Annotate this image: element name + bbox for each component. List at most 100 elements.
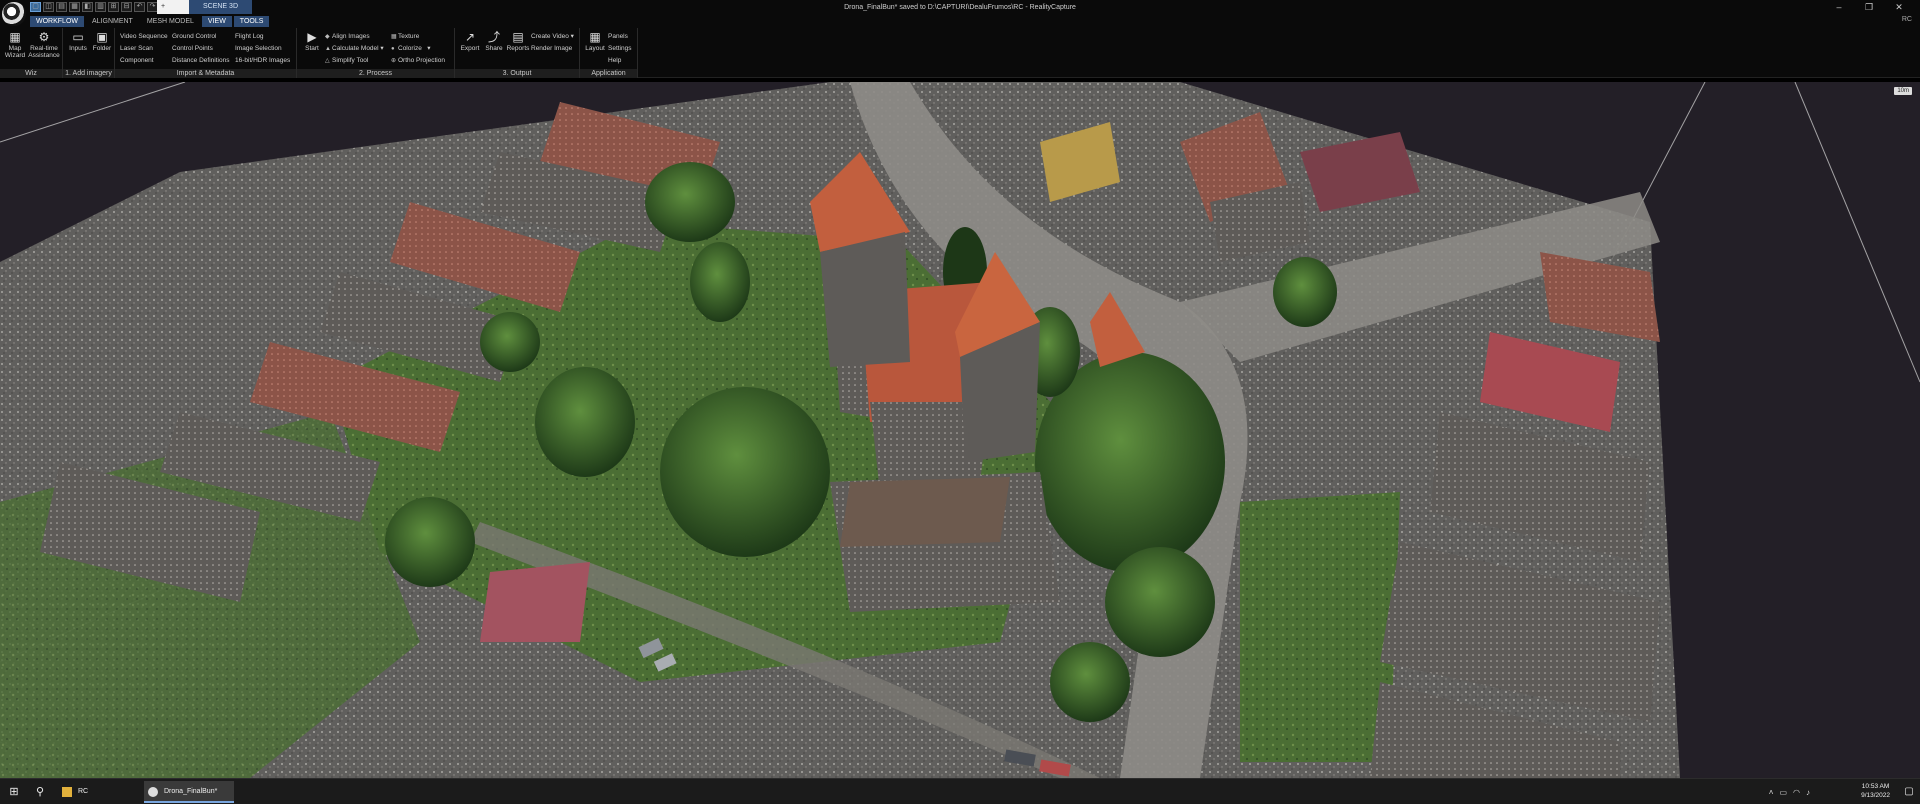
ortho-icon: ⊕ [391,58,397,64]
layout-button[interactable]: ▦ Layout [582,30,608,52]
video-sequence-button[interactable]: Video Sequence [120,33,168,41]
folder-button[interactable]: ▣ Folder [89,30,115,52]
viewport-3d[interactable]: 10m [0,82,1920,778]
layout-3-icon[interactable]: ▤ [56,2,67,12]
layout-4-icon[interactable]: ▦ [69,2,80,12]
realtime-assistance-button[interactable]: ⚙ Real-time Assistance [28,30,60,59]
folder-icon: ▣ [96,30,108,44]
help-button[interactable]: Help [608,57,621,65]
layout-5-icon[interactable]: ◧ [82,2,93,12]
taskbar-app-rc[interactable]: RC [58,781,138,803]
group-process: ▶ Start ◆ Align Images ▲Calculate Model ▾… [297,28,455,78]
taskbar-app-realitycapture[interactable]: Drona_FinalBun* save... [144,781,234,803]
undo-icon[interactable]: ↶ [134,2,145,12]
ortho-projection-button[interactable]: ⊕ Ortho Projection [391,57,445,65]
minimize-button[interactable]: – [1824,0,1854,15]
ribbon-tab-bar: WORKFLOW ALIGNMENT MESH MODEL VIEW TOOLS… [0,15,1920,28]
start-button[interactable]: ▶ Start [299,30,325,52]
colorize-icon: ● [391,46,395,52]
start-label: Start [305,45,319,52]
calculate-model-button[interactable]: ▲Calculate Model ▾ [325,45,384,53]
reports-label: Reports [506,45,530,52]
assistance-icon: ⚙ [38,30,50,44]
laser-scan-button[interactable]: Laser Scan [120,45,153,53]
group-label-output: 3. Output [455,69,579,78]
point-cloud-scene[interactable] [0,82,1920,778]
volume-icon[interactable]: ♪ [1806,788,1810,797]
render-image-button[interactable]: Render Image [531,45,572,53]
settings-button[interactable]: Settings [608,45,632,53]
texture-label: Texture [398,33,420,40]
create-video-button[interactable]: Create Video ▾ [531,33,574,41]
folder-label: Folder [92,45,112,52]
wifi-icon[interactable]: ◠ [1793,788,1800,797]
notifications-icon[interactable]: ▢ [1902,785,1916,799]
tab-workflow[interactable]: WORKFLOW [30,16,84,27]
close-button[interactable]: ✕ [1884,0,1914,15]
clock[interactable]: 10:53 AM 9/13/2022 [1861,782,1890,800]
reports-icon: ▤ [512,30,524,44]
quick-access-toolbar: ▢ ◫ ▤ ▦ ◧ ▥ ⊞ ⊟ ↶ ↷ [30,2,158,12]
tab-tools[interactable]: TOOLS [233,16,270,27]
tab-view[interactable]: VIEW [201,16,232,27]
texture-button[interactable]: ▦Texture [391,33,419,41]
search-icon[interactable]: ⚲ [30,782,50,802]
hdr-images-button[interactable]: 16-bit/HDR Images [235,57,290,65]
start-icon: ▶ [307,30,317,44]
ribbon: ▦ Map Wizard ⚙ Real-time Assistance Wiz … [0,28,1920,78]
tab-alignment[interactable]: ALIGNMENT [86,16,139,27]
layout-label: Layout [585,45,605,52]
window-title: Drona_FinalBun* saved to D:\CAPTURI\Deal… [844,4,1076,11]
simplify-tool-button[interactable]: △ Simplify Tool [325,57,368,65]
group-label-process: 2. Process [297,69,454,78]
taskbar-app-rc-label: RC [78,788,89,795]
layout-2-icon[interactable]: ◫ [43,2,54,12]
create-video-label: Create Video [531,33,569,40]
realitycapture-logo[interactable] [2,2,26,26]
group-label-wiz: Wiz [0,69,62,78]
calculate-model-label: Calculate Model [332,45,379,52]
clock-time: 10:53 AM [1861,783,1890,790]
image-selection-button[interactable]: Image Selection [235,45,282,53]
align-images-button[interactable]: ◆ Align Images [325,33,370,41]
export-button[interactable]: ↗ Export [457,30,483,52]
control-points-button[interactable]: Control Points [172,45,213,53]
reports-button[interactable]: ▤ Reports [505,30,531,52]
windows-start-icon[interactable]: ⊞ [4,782,24,802]
group-label-application: Application [580,69,637,78]
layout-8-icon[interactable]: ⊟ [121,2,132,12]
colorize-button[interactable]: ● Colorize ▾ [391,45,431,53]
layout-1-icon[interactable]: ▢ [30,2,41,12]
realitycapture-icon [148,787,158,797]
panels-button[interactable]: Panels [608,33,628,41]
align-icon: ◆ [325,34,330,40]
export-label: Export [460,45,480,52]
colorize-label: Colorize [398,45,422,52]
folder-icon [62,787,72,797]
tab-mesh-model[interactable]: MESH MODEL [141,16,200,27]
group-label-import: Import & Metadata [115,69,296,78]
texture-icon: ▦ [391,34,397,40]
calculate-icon: ▲ [325,46,331,52]
new-tab-button[interactable]: + [157,0,189,14]
flight-log-button[interactable]: Flight Log [235,33,264,41]
ground-control-button[interactable]: Ground Control [172,33,216,41]
title-bar: ▢ ◫ ▤ ▦ ◧ ▥ ⊞ ⊟ ↶ ↷ + SCENE 3D Drona_Fin… [0,0,1920,15]
map-wizard-button[interactable]: ▦ Map Wizard [2,30,28,59]
component-button[interactable]: Component [120,57,154,65]
tab-scene-3d[interactable]: SCENE 3D [189,0,252,14]
share-button[interactable]: ⤴ Share [481,30,507,52]
inputs-button[interactable]: ▭ Inputs [65,30,91,52]
layout-7-icon[interactable]: ⊞ [108,2,119,12]
group-import-metadata: Video Sequence Laser Scan Component Grou… [115,28,297,78]
scale-indicator: 10m [1894,87,1912,95]
group-label-add-imagery: 1. Add imagery [63,69,114,78]
network-icon[interactable]: ▭ [1779,788,1787,797]
layout-6-icon[interactable]: ▥ [95,2,106,12]
rc-badge: RC [1901,16,1912,23]
clock-date: 9/13/2022 [1861,792,1890,799]
group-wiz: ▦ Map Wizard ⚙ Real-time Assistance Wiz [0,28,63,78]
distance-definitions-button[interactable]: Distance Definitions [172,57,229,65]
chevron-up-icon[interactable]: ˄ [1769,788,1774,797]
restore-button[interactable]: ❐ [1854,0,1884,15]
